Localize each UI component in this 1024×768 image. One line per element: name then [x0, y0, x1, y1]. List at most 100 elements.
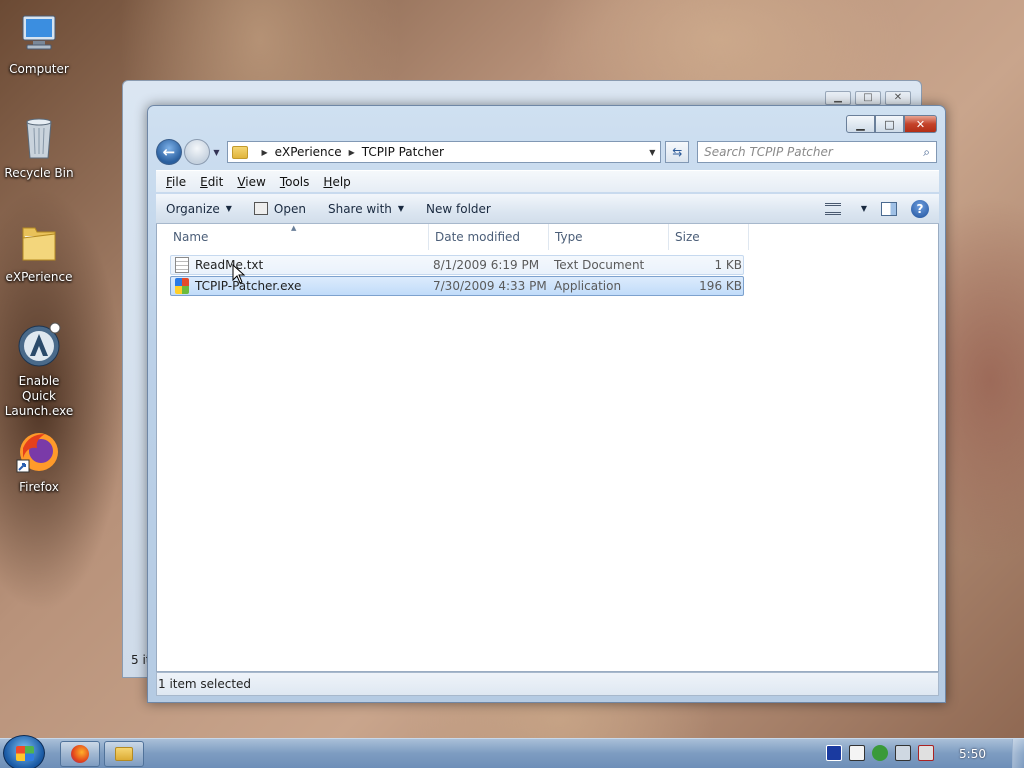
open-icon — [253, 202, 268, 215]
menu-help[interactable]: Help — [323, 175, 350, 189]
file-date: 8/1/2009 6:19 PM — [433, 258, 540, 272]
open-label: Open — [273, 201, 306, 216]
maximize-icon: □ — [884, 117, 895, 131]
chevron-down-icon: ▼ — [213, 147, 220, 157]
taskbar-firefox-button[interactable] — [60, 741, 100, 767]
file-name: TCPIP-Patcher.exe — [195, 279, 302, 293]
menu-edit[interactable]: Edit — [200, 175, 223, 189]
network-tray-icon[interactable] — [895, 745, 911, 761]
taskbar-explorer-button[interactable] — [104, 741, 144, 767]
arrow-left-icon: ← — [162, 143, 176, 161]
computer-icon — [22, 15, 56, 50]
file-list[interactable]: ▲ Name Date modified Type Size ReadMe.tx… — [156, 224, 939, 672]
new-folder-button[interactable]: New folder — [426, 202, 491, 216]
column-header-label: Type — [555, 230, 583, 244]
taskbar-clock[interactable]: 5:50 — [959, 747, 986, 761]
column-header-label: Date modified — [435, 230, 521, 244]
preview-pane-icon[interactable] — [881, 201, 897, 216]
maximize-button[interactable]: □ — [875, 115, 904, 133]
file-row[interactable]: TCPIP-Patcher.exe 7/30/2009 4:33 PM Appl… — [170, 276, 744, 296]
chevron-down-icon: ▼ — [397, 204, 405, 213]
back-button[interactable]: ← — [156, 139, 182, 165]
navigation-bar: ← ▼ ▶ eXPerience ▶ TCPIP Patcher ▼ ⇆ Sea… — [156, 138, 938, 166]
search-input[interactable]: Search TCPIP Patcher ⌕ — [697, 141, 938, 163]
menu-tools[interactable]: Tools — [280, 175, 310, 189]
column-header-name[interactable]: ▲ Name — [157, 224, 429, 250]
file-name-cell: ReadMe.txt — [171, 257, 430, 273]
chevron-down-icon: ▼ — [649, 147, 656, 157]
column-header-type[interactable]: Type — [549, 224, 669, 250]
refresh-button[interactable]: ⇆ — [665, 141, 690, 163]
menu-hotkey: E — [200, 174, 208, 189]
system-tray — [826, 745, 934, 761]
security-tray-icon[interactable] — [872, 745, 888, 761]
share-with-button[interactable]: Share with ▼ — [328, 202, 404, 216]
sort-up-icon: ▲ — [291, 224, 297, 232]
search-icon[interactable]: ⌕ — [923, 145, 930, 160]
folder-icon — [22, 227, 56, 261]
close-icon[interactable]: ✕ — [885, 91, 911, 105]
volume-muted-icon[interactable] — [918, 745, 934, 761]
minimize-icon[interactable]: ▁ — [825, 91, 851, 105]
maximize-icon[interactable]: □ — [855, 91, 881, 105]
file-size: 1 KB — [714, 258, 742, 272]
column-header-label: Name — [173, 230, 209, 244]
organize-button[interactable]: Organize ▼ — [166, 202, 232, 216]
flag-tray-icon[interactable] — [826, 745, 842, 761]
status-text: 1 item selected — [158, 677, 252, 691]
explorer-window[interactable]: ▁ □ ✕ ← ▼ ▶ eXPerience ▶ TCPIP Patcher ▼… — [147, 105, 946, 703]
file-type: Text Document — [554, 258, 645, 272]
search-placeholder: Search TCPIP Patcher — [704, 145, 833, 159]
recent-pages-dropdown[interactable]: ▼ — [210, 148, 224, 157]
start-button[interactable] — [3, 735, 45, 768]
desktop-icon-enable-quick-launch[interactable]: Enable Quick Launch.exe — [0, 322, 78, 419]
column-header-label: Size — [675, 230, 700, 244]
file-name-cell: TCPIP-Patcher.exe — [171, 278, 430, 294]
show-desktop-button[interactable] — [1012, 739, 1024, 768]
desktop-icon-firefox[interactable]: Firefox — [0, 428, 78, 495]
minimize-icon: ▁ — [856, 117, 865, 131]
document-tray-icon[interactable] — [849, 745, 865, 761]
quick-launch-icon — [18, 322, 61, 367]
refresh-icon: ⇆ — [672, 145, 683, 159]
file-row[interactable]: ReadMe.txt 8/1/2009 6:19 PM Text Documen… — [170, 255, 744, 275]
minimize-button[interactable]: ▁ — [846, 115, 875, 133]
recycle-bin-icon — [26, 118, 52, 159]
close-icon: ✕ — [915, 117, 926, 131]
windows-logo-icon — [16, 746, 34, 761]
desktop-icon-recycle-bin[interactable]: Recycle Bin — [0, 114, 78, 181]
view-options-icon[interactable] — [824, 202, 841, 215]
address-dropdown-button[interactable]: ▼ — [644, 148, 660, 157]
breadcrumb-tcpip-patcher[interactable]: TCPIP Patcher — [362, 145, 444, 159]
folder-icon — [115, 747, 133, 761]
desktop-icon-label: Recycle Bin — [4, 166, 74, 180]
desktop-icon-label: Computer — [9, 62, 69, 76]
open-button[interactable]: Open — [253, 201, 306, 216]
view-controls: ▼ ? — [824, 199, 939, 218]
forward-button[interactable] — [183, 139, 210, 165]
chevron-right-icon[interactable]: ▶ — [349, 148, 355, 157]
firefox-icon — [71, 745, 89, 763]
column-header-size[interactable]: Size — [669, 224, 749, 250]
desktop-icon-experience[interactable]: eXPerience — [0, 218, 78, 285]
share-with-label: Share with — [327, 201, 392, 216]
status-bar: 1 item selected — [156, 672, 939, 696]
firefox-icon — [16, 433, 58, 473]
chevron-down-icon[interactable]: ▼ — [861, 204, 867, 213]
file-date: 7/30/2009 4:33 PM — [433, 279, 547, 293]
command-bar: Organize ▼ Open Share with ▼ New folder … — [156, 194, 939, 224]
column-headers: ▲ Name Date modified Type Size — [157, 224, 749, 250]
help-icon[interactable]: ? — [911, 199, 929, 218]
taskbar: 5:50 — [0, 735, 1024, 768]
breadcrumb-experience[interactable]: eXPerience — [275, 145, 342, 159]
close-button[interactable]: ✕ — [904, 115, 937, 133]
mouse-cursor-icon — [232, 264, 246, 284]
column-header-date-modified[interactable]: Date modified — [429, 224, 549, 250]
background-window-caption-buttons: ▁ □ ✕ — [825, 91, 911, 105]
chevron-right-icon[interactable]: ▶ — [261, 148, 267, 157]
address-bar[interactable]: ▶ eXPerience ▶ TCPIP Patcher ▼ — [227, 141, 662, 163]
desktop-icon-computer[interactable]: Computer — [0, 10, 78, 77]
organize-label: Organize — [166, 201, 220, 216]
menu-file[interactable]: File — [166, 175, 186, 189]
menu-view[interactable]: View — [237, 175, 265, 189]
